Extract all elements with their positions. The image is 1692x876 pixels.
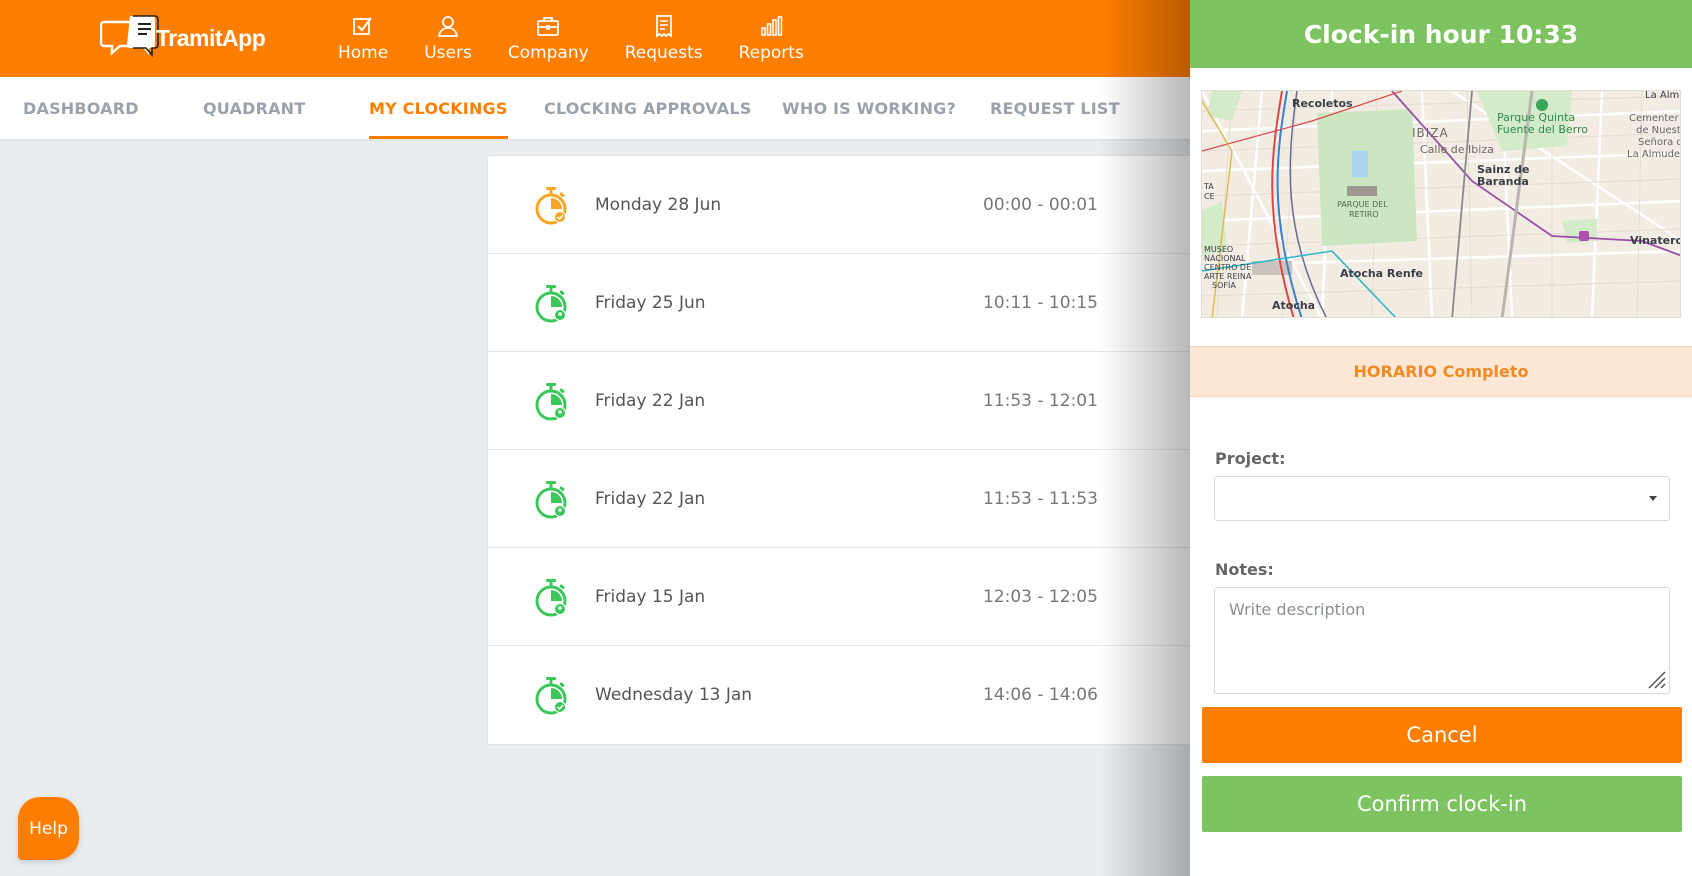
clock-in-panel: Clock-in hour 10:33 Recoletos Parque Qui…: [1190, 0, 1692, 876]
map-label-baranda: Baranda: [1477, 175, 1529, 188]
map-label-cementerio-3: Señora d: [1638, 137, 1681, 148]
caret-down-icon: [1649, 496, 1657, 501]
map-label-museo-1: MUSEO: [1204, 245, 1233, 254]
checkbox-icon: [353, 17, 372, 35]
map-graphic: Recoletos Parque Quinta Fuente del Berro…: [1202, 91, 1681, 317]
stopwatch-pending-icon: [535, 187, 567, 225]
map-label-museo-2: NACIONAL: [1204, 254, 1246, 263]
clocking-date: Wednesday 13 Jan: [595, 685, 753, 705]
map-label-museo-4: ARTE REINA: [1204, 272, 1252, 281]
tab-who-is-working[interactable]: WHO IS WORKING?: [782, 77, 956, 139]
nav-home-label: Home: [338, 43, 389, 63]
tab-quadrant[interactable]: QUADRANT: [203, 77, 305, 139]
nav-requests[interactable]: Requests: [607, 0, 721, 77]
tab-dashboard[interactable]: DASHBOARD: [23, 77, 139, 139]
map-label-ce: CE: [1204, 192, 1215, 201]
stopwatch-location-icon: [535, 285, 567, 323]
notes-textarea[interactable]: [1214, 587, 1670, 694]
clocking-row[interactable]: Friday 22 Jan 11:53 - 11:53: [488, 450, 1206, 548]
clocking-date: Monday 28 Jun: [595, 194, 722, 215]
map-label-fuente-del-berro: Fuente del Berro: [1497, 123, 1588, 136]
map-label-vinateros: Vinateros: [1630, 234, 1681, 247]
map-label-parque-del: PARQUE DEL: [1337, 200, 1388, 209]
clocking-row[interactable]: Wednesday 13 Jan 14:06 - 14:06: [488, 646, 1206, 744]
clocking-row[interactable]: Friday 22 Jan 11:53 - 12:01: [488, 352, 1206, 450]
map-label-atocha: Atocha: [1272, 299, 1315, 312]
clocking-time: 11:53 - 12:01: [983, 390, 1098, 411]
map-label-la-alm: La Alm: [1645, 91, 1679, 101]
stopwatch-location-icon: [535, 481, 567, 519]
brand-name-part2: App: [222, 24, 266, 51]
tab-my-clockings[interactable]: MY CLOCKINGS: [369, 77, 508, 139]
brand-logo[interactable]: TramitApp: [100, 12, 270, 64]
notes-label: Notes:: [1215, 560, 1274, 579]
project-label: Project:: [1215, 449, 1286, 468]
main-nav: Home Users Company Requests Reports: [320, 0, 822, 77]
clocking-time: 00:00 - 00:01: [983, 194, 1098, 215]
nav-company[interactable]: Company: [490, 0, 607, 77]
clocking-row[interactable]: Friday 15 Jan 12:03 - 12:05: [488, 548, 1206, 646]
project-select[interactable]: [1214, 476, 1670, 521]
map-label-museo-3: CENTRO DE: [1204, 263, 1251, 272]
clocking-time: 11:53 - 11:53: [983, 488, 1098, 509]
clocking-date: Friday 22 Jan: [595, 488, 706, 509]
nav-company-label: Company: [507, 43, 589, 63]
map-label-atocha-renfe: Atocha Renfe: [1340, 267, 1423, 280]
map-label-retiro: RETIRO: [1349, 210, 1379, 219]
map-label-museo-5: SOFÍA: [1212, 279, 1236, 290]
stopwatch-location-icon: [535, 383, 567, 421]
receipt-icon: [655, 15, 672, 38]
brand-name: TramitApp: [156, 24, 266, 52]
map-label-ibiza: IBIZA: [1412, 126, 1449, 140]
location-map[interactable]: Recoletos Parque Quinta Fuente del Berro…: [1201, 90, 1681, 318]
nav-requests-label: Requests: [624, 43, 703, 63]
map-label-ta: TA: [1203, 182, 1214, 191]
cancel-button[interactable]: Cancel: [1202, 707, 1682, 763]
tab-request-list[interactable]: REQUEST LIST: [990, 77, 1120, 139]
clocking-date: Friday 15 Jan: [595, 586, 706, 607]
clocking-time: 14:06 - 14:06: [983, 685, 1098, 705]
nav-users[interactable]: Users: [406, 0, 490, 77]
schedule-notice: HORARIO Completo: [1190, 346, 1692, 397]
confirm-clock-in-button[interactable]: Confirm clock-in: [1202, 776, 1682, 832]
stopwatch-location-icon: [535, 579, 567, 617]
map-label-calle-ibiza: Calle de Ibiza: [1420, 143, 1494, 156]
bar-chart-icon: [761, 16, 783, 36]
map-label-cementerio-4: La Almuder: [1627, 149, 1681, 160]
map-label-cementerio-2: de Nuest: [1636, 125, 1681, 136]
tab-clocking-approvals[interactable]: CLOCKING APPROVALS: [544, 77, 751, 139]
user-icon: [437, 16, 459, 37]
clocking-row[interactable]: Monday 28 Jun 00:00 - 00:01: [488, 156, 1206, 254]
clocking-date: Friday 22 Jan: [595, 390, 706, 411]
stopwatch-approved-icon: [535, 677, 567, 715]
clocking-row[interactable]: Friday 25 Jun 10:11 - 10:15: [488, 254, 1206, 352]
clocking-date: Friday 25 Jun: [595, 292, 706, 313]
nav-reports-label: Reports: [738, 43, 804, 63]
briefcase-icon: [537, 17, 560, 36]
clocking-time: 12:03 - 12:05: [983, 586, 1098, 607]
map-label-recoletos: Recoletos: [1292, 97, 1353, 110]
nav-reports[interactable]: Reports: [721, 0, 822, 77]
clockings-list: Monday 28 Jun 00:00 - 00:01 Friday 25 Ju…: [487, 155, 1207, 745]
map-label-cementerio-1: Cementer: [1629, 113, 1679, 124]
panel-title: Clock-in hour 10:33: [1190, 0, 1692, 68]
clocking-time: 10:11 - 10:15: [983, 292, 1098, 313]
help-button[interactable]: Help: [18, 797, 79, 860]
speech-bubbles-icon: [100, 15, 159, 58]
nav-users-label: Users: [424, 43, 472, 63]
nav-home[interactable]: Home: [320, 0, 406, 77]
brand-name-part1: Tramit: [156, 24, 223, 51]
